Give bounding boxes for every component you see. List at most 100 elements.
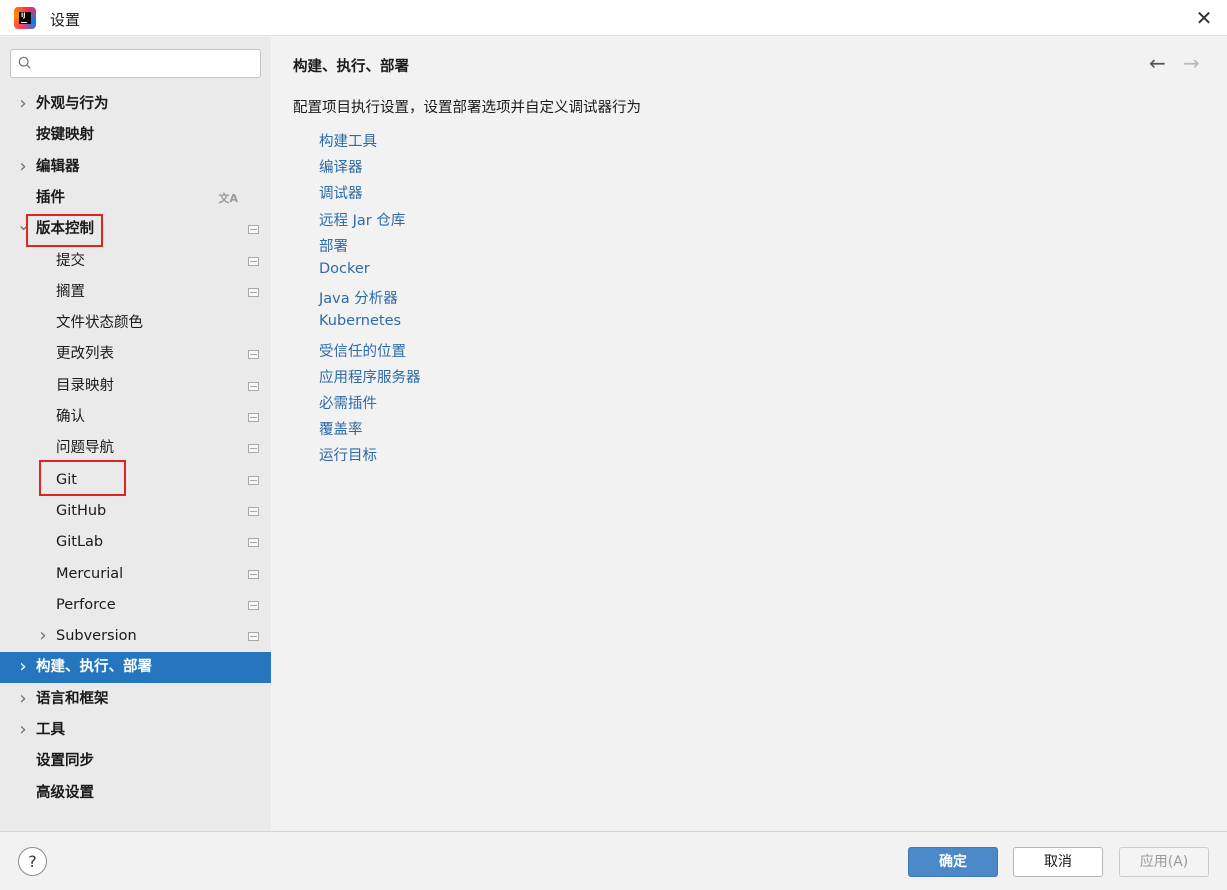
- close-button[interactable]: ✕: [1189, 4, 1219, 32]
- apply-button[interactable]: 应用(A): [1119, 847, 1209, 877]
- chevron-right-icon[interactable]: ›: [17, 684, 29, 715]
- intellij-logo-icon: IJ: [14, 7, 36, 29]
- sidebar-item[interactable]: ⌄ 版本控制: [0, 214, 271, 245]
- sidebar-item[interactable]: 确认: [0, 402, 271, 433]
- subpage-link[interactable]: 覆盖率: [319, 418, 363, 439]
- arrow-left-icon: ←: [1149, 51, 1166, 75]
- sidebar-item-label: 设置同步: [36, 753, 94, 770]
- sidebar-item-label: 外观与行为: [36, 96, 109, 112]
- sidebar-item[interactable]: 按键映射: [0, 120, 271, 151]
- sidebar-item-label: 确认: [56, 409, 85, 425]
- project-scope-icon: [248, 538, 259, 548]
- project-scope-icon: [248, 287, 259, 297]
- project-scope-icon: [248, 506, 259, 516]
- sidebar-item-label: GitLab: [56, 534, 104, 551]
- sidebar-item-label: 插件: [36, 189, 65, 206]
- subpage-link[interactable]: 编译器: [319, 156, 363, 177]
- search-box[interactable]: [10, 49, 261, 78]
- subpage-link[interactable]: 构建工具: [319, 130, 377, 151]
- sidebar-item[interactable]: › Subversion: [0, 621, 271, 652]
- sidebar-item[interactable]: › 工具: [0, 715, 271, 746]
- ok-button[interactable]: 确定: [908, 847, 998, 877]
- main-panel: 构建、执行、部署 ← → 配置项目执行设置，设置部署选项并自定义调试器行为 构建…: [271, 37, 1227, 831]
- arrow-right-icon: →: [1183, 51, 1200, 75]
- chevron-down-icon[interactable]: ⌄: [17, 214, 30, 245]
- subpage-link[interactable]: 受信任的位置: [319, 340, 406, 361]
- sidebar-item[interactable]: Git: [0, 465, 271, 496]
- project-scope-icon: [248, 350, 259, 360]
- sidebar-item-label: 按键映射: [36, 127, 94, 144]
- project-scope-icon: [248, 475, 259, 485]
- search-icon[interactable]: [18, 56, 32, 70]
- sidebar-item[interactable]: 文件状态颜色: [0, 308, 271, 339]
- sidebar-item[interactable]: 插件 文A: [0, 183, 271, 214]
- chevron-right-icon[interactable]: ›: [17, 715, 29, 746]
- sidebar-item-label: Subversion: [56, 628, 137, 645]
- subpage-link[interactable]: 应用程序服务器: [319, 366, 421, 387]
- subpage-link[interactable]: Docker: [319, 261, 370, 277]
- chevron-right-icon[interactable]: ›: [17, 652, 29, 683]
- dialog-footer: ? 确定 取消 应用(A): [0, 831, 1227, 890]
- forward-button[interactable]: →: [1183, 51, 1200, 75]
- sidebar-item[interactable]: › 语言和框架: [0, 684, 271, 715]
- sidebar-item[interactable]: 问题导航: [0, 433, 271, 464]
- subpage-link[interactable]: 必需插件: [319, 392, 377, 413]
- sidebar-item-label: 构建、执行、部署: [36, 659, 152, 676]
- subpage-link[interactable]: 调试器: [319, 182, 363, 203]
- project-scope-icon: [248, 632, 259, 642]
- cancel-button[interactable]: 取消: [1013, 847, 1103, 877]
- sidebar-item-label: Git: [56, 471, 77, 488]
- subpage-link[interactable]: Java 分析器: [319, 287, 398, 308]
- sidebar-item-label: Perforce: [56, 596, 116, 613]
- sidebar-item[interactable]: 高级设置: [0, 778, 271, 809]
- sidebar-item[interactable]: 更改列表: [0, 339, 271, 370]
- close-icon: ✕: [1195, 6, 1213, 30]
- sidebar-item[interactable]: 目录映射: [0, 371, 271, 402]
- sidebar-item[interactable]: 提交: [0, 246, 271, 277]
- sidebar-item[interactable]: GitHub: [0, 496, 271, 527]
- subpage-link[interactable]: 远程 Jar 仓库: [319, 209, 405, 230]
- sidebar-item-label: 编辑器: [36, 158, 80, 175]
- sidebar-item-label: 目录映射: [56, 377, 114, 394]
- sidebar-item-label: 更改列表: [56, 346, 114, 363]
- project-scope-icon: [248, 600, 259, 610]
- sidebar-item-label: 工具: [36, 722, 65, 738]
- sidebar-item-label: Mercurial: [56, 565, 124, 582]
- sidebar-item-label: 提交: [56, 252, 85, 269]
- sidebar-item[interactable]: › 外观与行为: [0, 89, 271, 120]
- sidebar-item[interactable]: GitLab: [0, 527, 271, 558]
- project-scope-icon: [248, 413, 259, 422]
- subpage-link[interactable]: 部署: [319, 235, 348, 256]
- chevron-right-icon[interactable]: ›: [37, 621, 49, 652]
- chevron-right-icon[interactable]: ›: [17, 152, 29, 183]
- sidebar-item[interactable]: 设置同步: [0, 746, 271, 777]
- sidebar-item-label: 高级设置: [36, 784, 94, 801]
- sidebar-item-label: 版本控制: [36, 221, 94, 238]
- settings-sidebar: › 外观与行为按键映射 › 编辑器插件 文A ⌄ 版本控制提交搁置文件状态颜色 更改列表目录映…: [0, 37, 271, 831]
- project-scope-icon: [248, 444, 259, 454]
- search-input[interactable]: [47, 54, 252, 74]
- translate-icon: 文A: [218, 191, 238, 205]
- sidebar-item-label: 文件状态颜色: [56, 315, 143, 332]
- project-scope-icon: [248, 381, 259, 391]
- sidebar-item-label: 语言和框架: [36, 690, 109, 707]
- sidebar-item[interactable]: › 构建、执行、部署: [0, 652, 271, 684]
- sidebar-item[interactable]: › 编辑器: [0, 152, 271, 183]
- subpage-link[interactable]: Kubernetes: [319, 313, 401, 329]
- project-scope-icon: [248, 569, 259, 579]
- back-button[interactable]: ←: [1149, 51, 1166, 75]
- page-title: 构建、执行、部署: [293, 59, 409, 75]
- question-mark-icon: ?: [28, 852, 37, 871]
- sidebar-item[interactable]: Mercurial: [0, 559, 271, 590]
- help-button[interactable]: ?: [18, 847, 47, 876]
- subpage-link[interactable]: 运行目标: [319, 444, 377, 465]
- project-scope-icon: [248, 225, 259, 235]
- sidebar-item[interactable]: 搁置: [0, 277, 271, 308]
- window-title: 设置: [50, 11, 81, 29]
- chevron-right-icon[interactable]: ›: [17, 89, 29, 120]
- sidebar-item-label: 问题导航: [56, 440, 114, 457]
- sidebar-item-label: GitHub: [56, 502, 107, 519]
- sidebar-item[interactable]: Perforce: [0, 590, 271, 621]
- sidebar-item-label: 搁置: [56, 283, 85, 300]
- page-description: 配置项目执行设置，设置部署选项并自定义调试器行为: [293, 100, 641, 116]
